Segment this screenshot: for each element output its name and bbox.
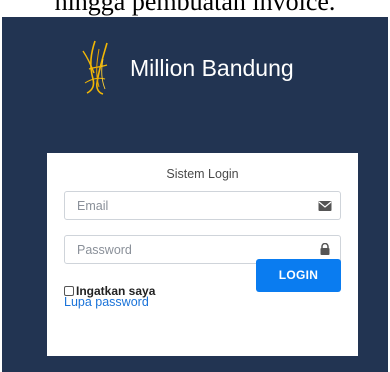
login-button[interactable]: LOGIN [256,259,341,292]
login-title: Sistem Login [166,167,239,181]
lock-icon [320,243,330,255]
login-screen: Million Bandung Sistem Login Ingatkan sa… [2,17,388,372]
email-input[interactable] [65,192,340,219]
envelope-icon [318,201,332,211]
brand-logo-icon [82,40,108,95]
brand-name: Million Bandung [130,55,294,81]
login-card: Sistem Login Ingatkan saya LOGIN Lupa pa… [47,153,358,356]
document-caption: hingga pembuatan invoice. [54,0,336,16]
brand-header: Million Bandung [77,39,337,95]
email-field[interactable] [64,191,341,220]
forgot-password-link[interactable]: Lupa password [64,295,149,309]
